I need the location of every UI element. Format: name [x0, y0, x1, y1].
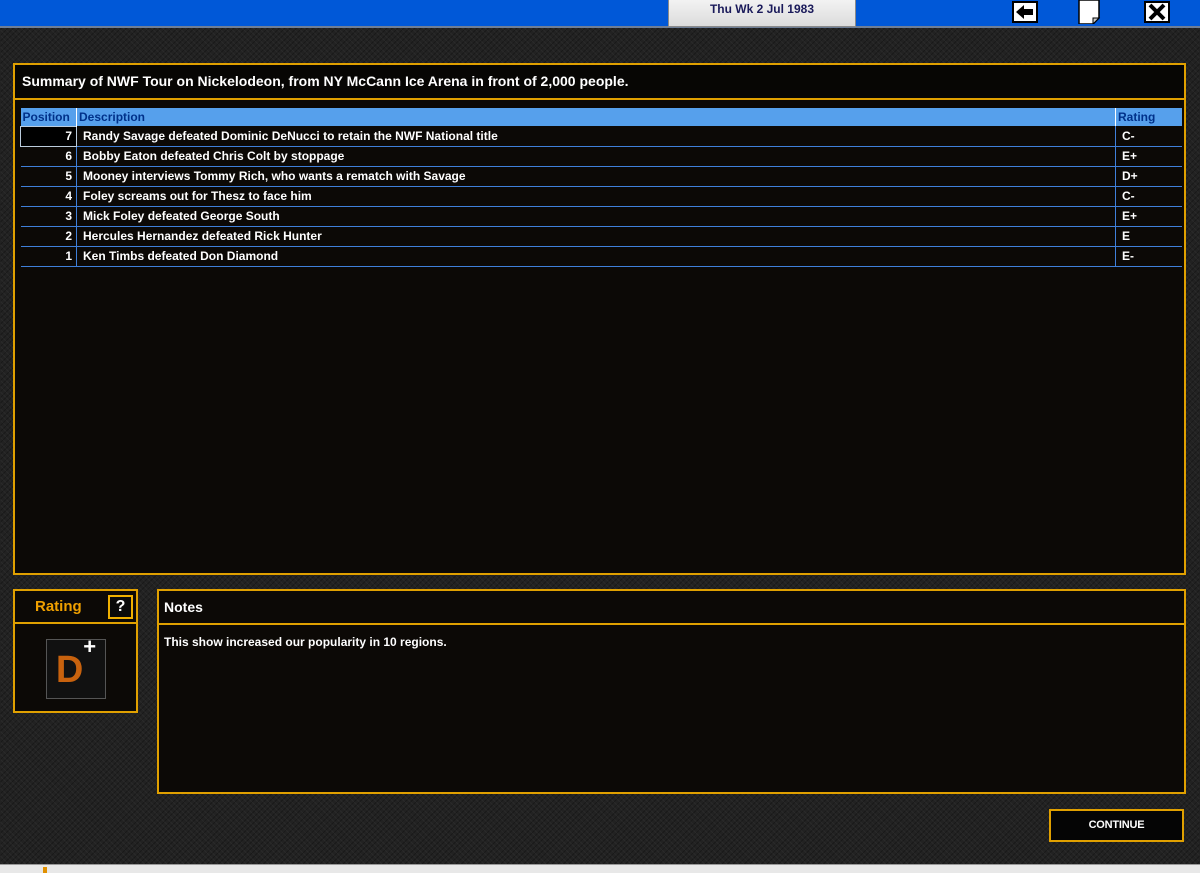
results-table: Position Description Rating 7 Randy Sava… — [20, 108, 1182, 267]
row-rating: C- — [1115, 126, 1182, 147]
continue-button[interactable]: CONTINUE — [1049, 809, 1184, 842]
notes-text: This show increased our popularity in 10… — [164, 635, 447, 649]
grade-modifier: + — [83, 634, 97, 659]
show-rating-panel: Rating ? D+ — [13, 589, 138, 713]
row-position: 7 — [20, 125, 77, 147]
row-description: Ken Timbs defeated Don Diamond — [76, 246, 1116, 267]
table-row[interactable]: 6 Bobby Eaton defeated Chris Colt by sto… — [20, 146, 1182, 167]
row-rating: E+ — [1115, 146, 1182, 167]
taskbar-grip — [43, 867, 47, 873]
row-position: 3 — [20, 206, 77, 227]
table-row[interactable]: 5 Mooney interviews Tommy Rich, who want… — [20, 166, 1182, 187]
table-row[interactable]: 7 Randy Savage defeated Dominic DeNucci … — [20, 125, 1182, 147]
row-position: 4 — [20, 186, 77, 207]
row-description: Foley screams out for Thesz to face him — [76, 186, 1116, 207]
table-row[interactable]: 2 Hercules Hernandez defeated Rick Hunte… — [20, 226, 1182, 247]
row-rating: E+ — [1115, 206, 1182, 227]
row-description: Mooney interviews Tommy Rich, who wants … — [76, 166, 1116, 187]
grade-badge: D+ — [46, 634, 106, 699]
notes-panel: Notes This show increased our popularity… — [157, 589, 1186, 794]
row-position: 2 — [20, 226, 77, 247]
taskbar-strip — [0, 864, 1200, 873]
table-header-row: Position Description Rating — [20, 108, 1182, 126]
top-bar: Thu Wk 2 Jul 1983 — [0, 0, 1200, 28]
show-summary-panel: Summary of NWF Tour on Nickelodeon, from… — [13, 63, 1186, 575]
row-position: 1 — [20, 246, 77, 267]
column-header-position[interactable]: Position — [20, 108, 77, 126]
table-row[interactable]: 4 Foley screams out for Thesz to face hi… — [20, 186, 1182, 207]
grade-letter: D — [55, 649, 84, 691]
column-header-rating[interactable]: Rating — [1115, 108, 1182, 126]
summary-title: Summary of NWF Tour on Nickelodeon, from… — [15, 65, 1184, 100]
rating-header: Rating ? — [15, 591, 136, 624]
table-row[interactable]: 1 Ken Timbs defeated Don Diamond E- — [20, 246, 1182, 267]
row-rating: D+ — [1115, 166, 1182, 187]
game-date: Thu Wk 2 Jul 1983 — [668, 0, 856, 27]
row-rating: C- — [1115, 186, 1182, 207]
column-header-description[interactable]: Description — [76, 108, 1116, 126]
rating-label: Rating — [35, 598, 82, 615]
notepad-icon[interactable] — [1075, 0, 1103, 24]
notes-header: Notes — [159, 591, 1184, 625]
row-description: Mick Foley defeated George South — [76, 206, 1116, 227]
row-rating: E- — [1115, 246, 1182, 267]
row-position: 6 — [20, 146, 77, 167]
back-arrow-icon[interactable] — [1011, 0, 1039, 24]
row-description: Bobby Eaton defeated Chris Colt by stopp… — [76, 146, 1116, 167]
table-row[interactable]: 3 Mick Foley defeated George South E+ — [20, 206, 1182, 227]
row-rating: E — [1115, 226, 1182, 247]
row-description: Randy Savage defeated Dominic DeNucci to… — [76, 126, 1116, 147]
close-icon[interactable] — [1143, 0, 1171, 24]
help-button[interactable]: ? — [108, 595, 133, 619]
row-position: 5 — [20, 166, 77, 187]
row-description: Hercules Hernandez defeated Rick Hunter — [76, 226, 1116, 247]
